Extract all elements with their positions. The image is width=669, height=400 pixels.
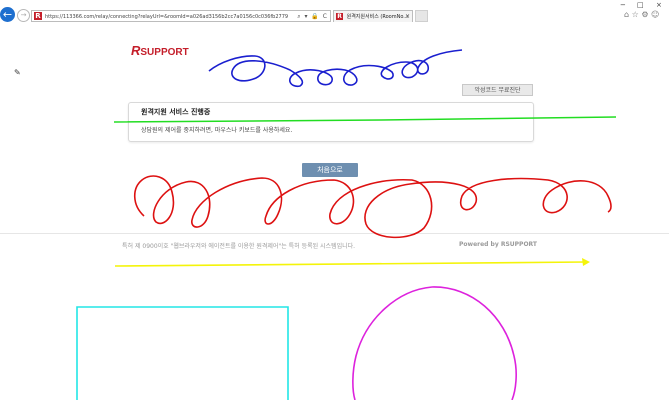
home-button[interactable]: 처음으로: [302, 163, 358, 177]
notice-panel: 원격지원 서비스 진행중 상담원의 제어를 중지하려면, 마우스나 키보드를 사…: [128, 102, 534, 142]
maximize-icon[interactable]: □: [637, 1, 644, 9]
close-window-icon[interactable]: ×: [656, 1, 662, 9]
browser-titlebar: ← → R https://113366.com/relay/connectin…: [0, 0, 669, 23]
tab-title: 원격지원서비스 (RoomNo...: [346, 14, 409, 20]
address-actions[interactable]: ⌕ ▾ 🔒 C: [297, 11, 328, 23]
red-scribble: [133, 175, 612, 239]
yellow-arrowhead: [582, 258, 590, 266]
tab-favicon-icon: R: [336, 13, 343, 20]
forward-arrow-icon[interactable]: →: [17, 9, 30, 22]
yellow-arrow: [114, 261, 587, 267]
browser-tab[interactable]: R 원격지원서비스 (RoomNo... ×: [333, 10, 413, 22]
cyan-rectangle: [76, 306, 289, 400]
new-tab-button[interactable]: [415, 10, 428, 22]
pen-tool-icon[interactable]: ✎: [14, 68, 21, 77]
footer-divider: [0, 233, 669, 234]
annotation-overlay: [76, 49, 617, 400]
notice-title: 원격지원 서비스 진행중: [141, 108, 211, 116]
footer-patent-text: 특허 제 0900이호 "웹브라우저와 에이전트를 이용한 원격제어"는 특허 …: [122, 243, 356, 250]
minimize-icon[interactable]: −: [620, 1, 626, 9]
address-bar[interactable]: R https://113366.com/relay/connecting?re…: [31, 10, 331, 22]
toolbar-icons[interactable]: ⌂ ☆ ⚙ ☺: [624, 10, 659, 19]
malware-check-button[interactable]: 악성코드 무료진단: [462, 84, 533, 96]
site-favicon-icon: R: [34, 12, 42, 20]
rsupport-logo: RSUPPORT: [131, 43, 189, 58]
notice-message: 상담원의 제어를 중지하려면, 마우스나 키보드를 사용하세요.: [141, 127, 293, 134]
footer-powered-by: Powered by RSUPPORT: [459, 241, 537, 248]
magenta-circle: [352, 286, 517, 400]
back-arrow-icon[interactable]: ←: [0, 7, 15, 22]
blue-scribble: [208, 49, 463, 88]
address-url[interactable]: https://113366.com/relay/connecting?rela…: [45, 11, 288, 23]
tab-close-icon[interactable]: ×: [405, 11, 410, 22]
